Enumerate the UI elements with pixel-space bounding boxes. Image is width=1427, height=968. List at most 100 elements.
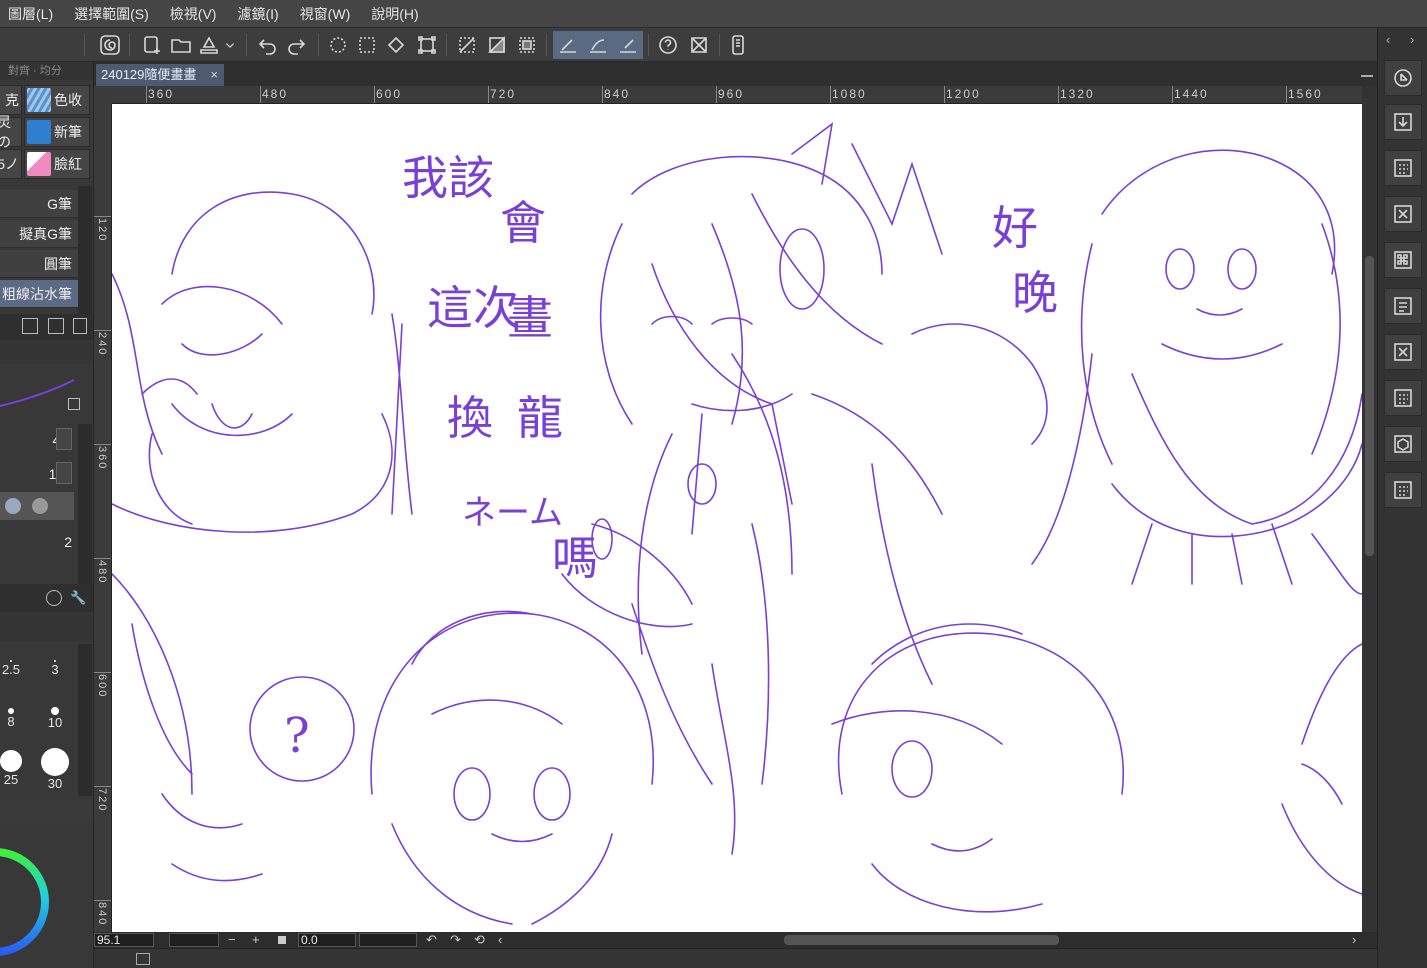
brush-size-preset[interactable]: 2.5 <box>0 648 30 696</box>
checker-icon[interactable] <box>1384 242 1422 278</box>
import-icon[interactable] <box>1384 104 1422 140</box>
layer-panel-icon[interactable] <box>136 953 150 965</box>
zoom-slider[interactable] <box>169 933 219 947</box>
subtool-group-left-2[interactable]: 灵の <box>0 114 22 150</box>
brush-size-preset[interactable]: 10 <box>36 698 74 746</box>
canvas-vertical-scrollbar[interactable] <box>1362 86 1377 932</box>
reset-rotation-icon[interactable]: ⟲ <box>474 932 485 948</box>
export-icon[interactable] <box>196 31 222 59</box>
fit-icon[interactable] <box>278 936 286 944</box>
brush-item-round-pen[interactable]: 圓筆 <box>0 250 78 278</box>
rotate-left-icon[interactable]: ↶ <box>426 932 437 948</box>
zoom-in-button[interactable]: + <box>252 932 260 948</box>
trash-icon[interactable] <box>73 318 87 334</box>
brush-size-preset[interactable]: 3 <box>36 648 74 696</box>
eraser-line-icon[interactable] <box>613 31 643 59</box>
navigator-icon[interactable] <box>1384 60 1422 96</box>
scrollbar-thumb[interactable] <box>1365 256 1374 556</box>
chevron-left-icon[interactable]: ‹ <box>1386 32 1390 47</box>
size-pressure-toggle[interactable] <box>56 428 72 450</box>
open-folder-icon[interactable] <box>168 31 194 59</box>
settings-dial-icon[interactable] <box>46 590 62 606</box>
mask-icon[interactable] <box>484 31 510 59</box>
brush-curve-icon[interactable] <box>583 31 613 59</box>
brush-shape-option[interactable] <box>5 498 21 514</box>
horizontal-scroll-thumb[interactable] <box>784 935 1059 945</box>
stabilization-value[interactable]: 2 <box>0 528 78 556</box>
menu-view[interactable]: 檢視(V) <box>170 0 230 28</box>
rotation-field[interactable]: 0.0 <box>298 933 356 947</box>
import-icon[interactable] <box>22 318 38 334</box>
pressure-curve-preview <box>0 379 75 407</box>
brush-item-g-pen[interactable]: G筆 <box>0 190 78 218</box>
grid-icon[interactable] <box>1384 380 1422 416</box>
transform-icon[interactable] <box>414 31 440 59</box>
canvas-text: ? <box>284 708 310 764</box>
scroll-right-icon[interactable]: › <box>1352 932 1356 948</box>
brush-size-preset[interactable]: 8 <box>0 698 30 746</box>
menu-help[interactable]: 說明(H) <box>371 0 431 28</box>
subtool-new-pen[interactable]: 新筆 <box>24 117 90 147</box>
fill-bucket-icon[interactable] <box>383 31 409 59</box>
transform-icon[interactable] <box>1384 334 1422 370</box>
drawing-canvas[interactable]: 我該 這次 換 ネーム 會 畫 龍 嗎 好 晚 ? <box>112 104 1362 932</box>
minimize-icon[interactable] <box>1361 65 1373 77</box>
zoom-out-button[interactable]: − <box>228 932 236 948</box>
status-bar: 95.1 − + 0.0 ↶ ↷ ⟲ ‹ › <box>94 932 1377 948</box>
pen-pressure-icon[interactable] <box>553 31 583 59</box>
help-icon[interactable] <box>655 31 681 59</box>
subtool-group-left-1[interactable]: 克 <box>0 85 22 115</box>
brush-shape-selector[interactable] <box>0 492 74 520</box>
wrench-icon[interactable]: 🔧 <box>70 590 86 606</box>
close-box-icon[interactable] <box>1384 196 1422 232</box>
menu-filter[interactable]: 濾鏡(I) <box>237 0 291 28</box>
property-scrollbar[interactable] <box>78 424 92 584</box>
select-loading-icon[interactable] <box>325 31 351 59</box>
new-file-icon[interactable] <box>140 31 166 59</box>
scroll-left-icon[interactable]: ‹ <box>498 932 502 948</box>
subtool-group-left-3[interactable]: 5ノ <box>0 149 22 179</box>
brush-shape-option[interactable] <box>32 498 48 514</box>
fill-selection-icon[interactable] <box>514 31 540 59</box>
select-invert-icon[interactable] <box>354 31 380 59</box>
color-wheel[interactable] <box>0 832 60 962</box>
horizontal-ruler: 360 480 600 720 840 960 1080 1200 1320 1… <box>112 86 1362 104</box>
smartphone-icon[interactable] <box>725 31 751 59</box>
canvas-text: 換 <box>447 391 493 445</box>
rotate-right-icon[interactable]: ↷ <box>450 932 461 948</box>
document-tab-strip: 240129隨便畫畫 × <box>94 62 1377 86</box>
document-tab[interactable]: 240129隨便畫畫 × <box>96 64 224 86</box>
canvas-text: 晚 <box>1012 266 1058 320</box>
redo-icon[interactable] <box>284 31 310 59</box>
subtool-color-pick[interactable]: 色收 <box>24 85 90 115</box>
lock-icon[interactable] <box>68 398 80 410</box>
opacity-pressure-toggle[interactable] <box>56 462 72 484</box>
close-icon[interactable]: × <box>210 64 218 86</box>
zoom-field[interactable]: 95.1 <box>94 933 154 947</box>
ruler-label: 1320 <box>1060 87 1095 101</box>
chevron-down-icon[interactable] <box>222 31 238 59</box>
undo-icon[interactable] <box>254 31 280 59</box>
brush-size-preset[interactable]: 30 <box>36 748 74 796</box>
clear-outside-icon[interactable] <box>454 31 480 59</box>
app-logo-icon[interactable] <box>97 31 123 59</box>
brush-size-preset[interactable]: 25 <box>0 748 30 796</box>
brush-size-scrollbar[interactable] <box>78 644 92 796</box>
perspective-icon[interactable] <box>686 31 712 59</box>
duplicate-icon[interactable] <box>48 318 64 334</box>
menu-window[interactable]: 視窗(W) <box>300 0 364 28</box>
subtool-blush[interactable]: 臉紅 <box>24 149 90 179</box>
brush-item-thick-dip-pen[interactable]: 粗線沾水筆 <box>0 280 78 308</box>
cube-icon[interactable] <box>1384 426 1422 462</box>
rotation-slider[interactable] <box>359 933 417 947</box>
menu-selection[interactable]: 選擇範圍(S) <box>74 0 162 28</box>
brush-item-real-g-pen[interactable]: 擬真G筆 <box>0 220 78 248</box>
brush-list-scrollbar[interactable] <box>78 186 92 314</box>
toolbar-divider <box>129 34 130 56</box>
grid-icon[interactable] <box>1384 150 1422 186</box>
chevron-right-icon[interactable]: › <box>1410 32 1414 47</box>
sketch-artwork: 我該 這次 換 ネーム 會 畫 龍 嗎 好 晚 ? <box>112 122 1362 925</box>
grid-icon[interactable] <box>1384 472 1422 508</box>
layer-icon[interactable] <box>1384 288 1422 324</box>
menu-layer[interactable]: 圖層(L) <box>8 0 66 28</box>
